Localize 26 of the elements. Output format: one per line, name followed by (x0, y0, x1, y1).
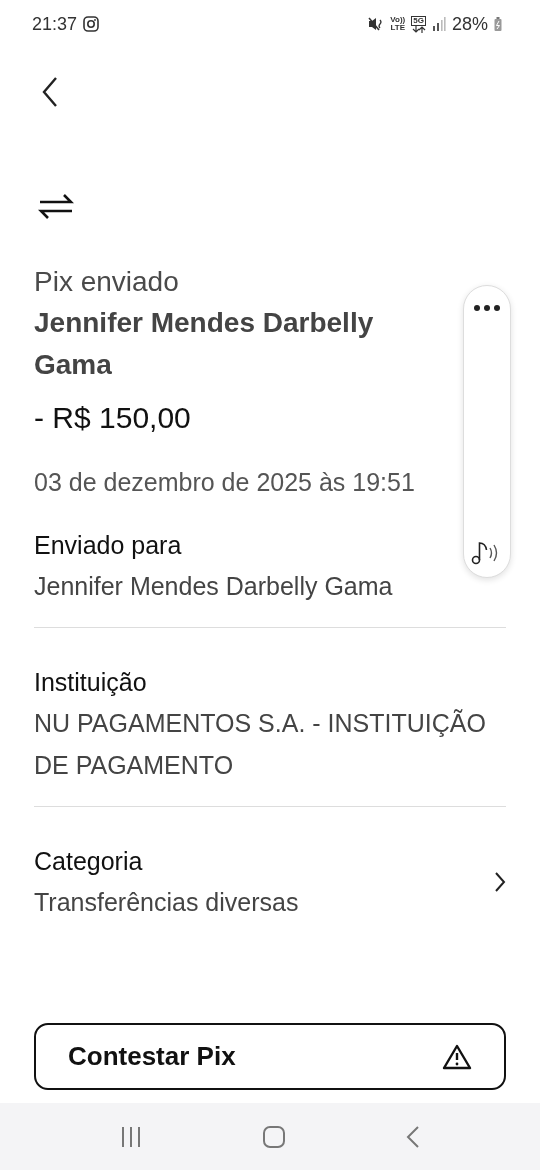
mute-icon (368, 17, 385, 31)
chevron-right-icon[interactable] (494, 871, 506, 893)
detail-value: Jennifer Mendes Darbelly Gama (34, 571, 393, 602)
contest-button[interactable]: Contestar Pix (34, 1023, 506, 1090)
transaction-date: 03 de dezembro de 2025 às 19:51 (34, 468, 415, 497)
recipient-name: Jennifer Mendes Darbelly Gama (34, 306, 375, 382)
transaction-type: Pix enviado (34, 265, 179, 299)
signal-icon (431, 17, 446, 31)
home-icon[interactable] (262, 1124, 286, 1149)
detail-value: Transferências diversas (34, 887, 299, 918)
detail-value: NU PAGAMENTOS S.A. - INSTITUIÇÃO DE PAGAMENTO (34, 708, 487, 781)
battery-icon (494, 17, 502, 31)
detail-label: Instituição (34, 667, 147, 698)
clock-time: 21:37 (32, 13, 78, 35)
more-icon[interactable] (473, 304, 501, 312)
volte-label: Vo)) (390, 16, 406, 24)
back-icon[interactable] (40, 75, 60, 109)
warning-icon (442, 1043, 472, 1070)
detail-label: Categoria (34, 846, 143, 877)
lte-label: LTE (390, 24, 406, 32)
amount: - R$ 150,00 (34, 400, 191, 436)
instagram-icon (83, 16, 100, 32)
detail-label: Enviado para (34, 530, 182, 561)
battery-percent: 28% (451, 13, 488, 35)
network-label: 5G (411, 15, 426, 26)
data-arrows-icon (411, 25, 426, 33)
